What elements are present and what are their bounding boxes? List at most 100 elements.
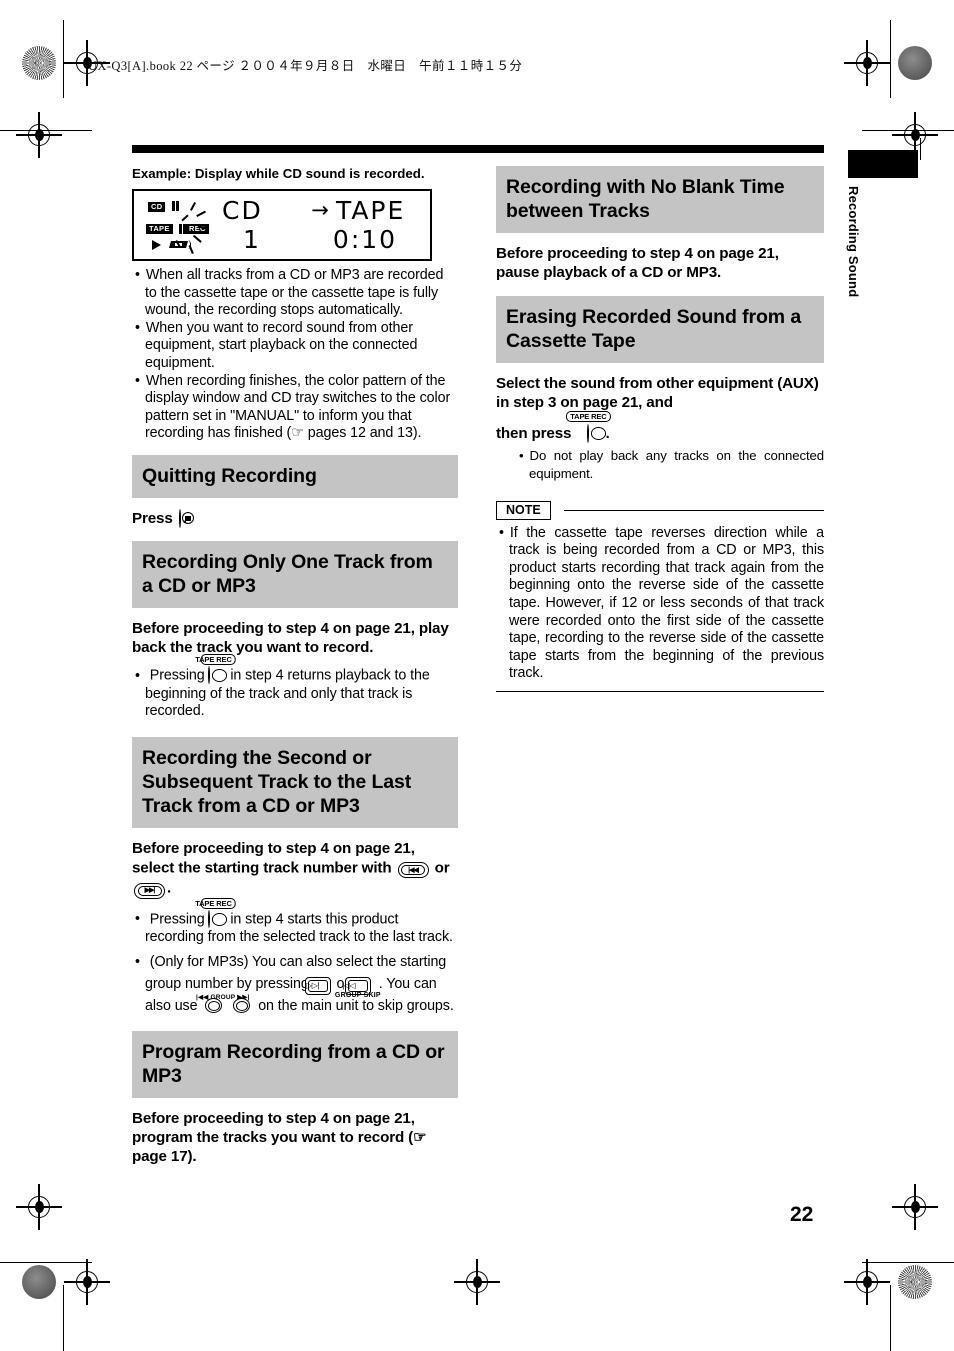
lcd-line-2: 1 0:10: [222, 225, 418, 254]
lcd-track-number: 1: [243, 225, 261, 254]
trim-line-bottom-right: [862, 1262, 954, 1264]
recording-second-track-lead-text: Before proceeding to step 4 on page 21, …: [132, 839, 415, 877]
tape-rec-label: TAPE REC: [566, 411, 611, 423]
group-skip-forward-button-icon: ▷▷|: [304, 973, 331, 995]
registration-mark-corner-bottom-right: [892, 1184, 938, 1230]
period-after-tape-rec: .: [605, 425, 610, 442]
main-unit-group-skip-icons: |◀◀ GROUP ▶▶|: [196, 994, 251, 1014]
registration-mark-bottom-center: [454, 1259, 500, 1305]
list-item: When recording finishes, the color patte…: [132, 373, 458, 443]
trim-line-right: [890, 20, 892, 98]
recording-one-track-bullets: Pressing TAPE REC in step 4 returns play…: [132, 654, 458, 720]
lcd-elapsed-time: 0:10: [332, 225, 398, 254]
tape-bar-icon-1: [179, 224, 182, 234]
period-after-skip: .: [167, 879, 172, 897]
flash-ray-icon-4: [192, 234, 202, 244]
lcd-line-1: CD → TAPE: [222, 196, 418, 225]
skip-back-glyph: |◀◀: [401, 865, 426, 876]
heading-erasing-recorded-sound: Erasing Recorded Sound from a Cassette T…: [496, 296, 824, 363]
list-item: When you want to record sound from other…: [132, 320, 458, 373]
program-recording-text: Before proceeding to step 4 on page 21, …: [132, 1109, 415, 1146]
heading-program-recording: Program Recording from a CD or MP3: [132, 1030, 458, 1098]
press-label: Press: [132, 509, 173, 527]
note-title: NOTE: [496, 500, 551, 520]
display-example-bullets: When all tracks from a CD or MP3 are rec…: [132, 267, 458, 443]
heading-recording-second-track: Recording the Second or Subsequent Track…: [132, 736, 458, 828]
heading-quitting-recording: Quitting Recording: [132, 454, 458, 498]
recording-one-track-lead: Before proceeding to step 4 on page 21, …: [132, 620, 449, 657]
skip-forward-button-icon: ▶▶|: [134, 878, 165, 899]
side-tab-marker: [848, 150, 918, 178]
list-item: When all tracks from a CD or MP3 are rec…: [132, 267, 458, 320]
play-triangle-icon: [152, 240, 161, 250]
trim-line-left: [63, 20, 65, 98]
group-skip-back-button-icon: |◁◁ GROUP SKIP: [335, 973, 381, 999]
list-item: If the cassette tape reverses direction …: [496, 525, 824, 683]
right-column: Recording with No Blank Time between Tra…: [496, 166, 824, 693]
trim-line-bottom-right-vert: [890, 1285, 892, 1351]
lcd-destination: TAPE: [336, 196, 406, 225]
list-item: Pressing TAPE REC in step 4 returns play…: [132, 654, 458, 720]
side-tab-rule: [920, 138, 922, 160]
lcd-source: CD: [222, 196, 263, 225]
lcd-indicator-cluster: CD TAPE REC: [146, 200, 224, 256]
recording-second-track-lead: Before proceeding to step 4 on page 21, …: [132, 839, 458, 899]
skip-forward-glyph: ▶▶|: [137, 885, 162, 896]
or-label-1: or: [434, 859, 450, 877]
pressing-label: Pressing: [149, 911, 205, 928]
flash-ray-icon-2: [196, 210, 207, 218]
program-recording-lead: Before proceeding to step 4 on page 21, …: [132, 1109, 458, 1166]
group-skip-back-circle-icon: [205, 998, 223, 1014]
heading-recording-no-blank-time: Recording with No Blank Time between Tra…: [496, 166, 824, 233]
flash-ray-icon-7: [188, 244, 194, 255]
cd-bar-icon-1: [172, 201, 175, 211]
erasing-lead-line2: then press TAPE REC .: [496, 411, 824, 444]
note-bullets: If the cassette tape reverses direction …: [496, 525, 824, 683]
side-tab-label: Recording Sound: [846, 186, 861, 298]
registration-mark-corner-top-left: [16, 112, 62, 158]
stop-button-icon: [178, 509, 181, 529]
registration-mark-bottom-left: [64, 1259, 110, 1305]
lcd-text-area: CD → TAPE 1 0:10: [222, 196, 418, 254]
registration-mark-corner-top-right: [892, 112, 938, 158]
heading-recording-only-one-track: Recording Only One Track from a CD or MP…: [132, 541, 458, 609]
registration-burst-top-left: [22, 46, 56, 80]
quitting-recording-instruction: Press .: [132, 509, 458, 529]
note-box: NOTE If the cassette tape reverses direc…: [496, 500, 824, 693]
flash-ray-icon-1: [190, 201, 197, 212]
erasing-bullets: Do not play back any tracks on the conne…: [516, 447, 824, 482]
registration-burst-bottom-right: [898, 1265, 932, 1299]
skip-back-button-icon: |◀◀: [397, 858, 429, 879]
registration-dot-top-right: [898, 46, 932, 80]
recording-second-track-bullets: Pressing TAPE REC in step 4 starts this …: [132, 897, 458, 1017]
cd-bar-icon-2: [176, 201, 179, 211]
cd-indicator-icon: CD: [148, 202, 166, 212]
trim-line-top-left: [0, 130, 92, 132]
registration-dot-bottom-left: [22, 1265, 56, 1299]
tape-rec-label: TAPE REC: [195, 897, 236, 909]
list-item: (Only for MP3s) You can also select the …: [132, 951, 458, 1017]
tape-rec-button-icon: TAPE REC: [566, 411, 611, 444]
recording-no-blank-time-lead: Before proceeding to step 4 on page 21, …: [496, 245, 779, 281]
then-press-label: then press: [496, 425, 572, 442]
lcd-display-panel: CD TAPE REC CD → TAPE 1 0:10: [132, 189, 432, 261]
tape-indicator-icon: TAPE: [146, 224, 173, 234]
note-top-rule: [564, 509, 824, 512]
note-bottom-rule: [496, 691, 824, 693]
group-skip-forward-circle-icon: [233, 998, 251, 1014]
trim-line-top-right: [862, 130, 954, 132]
pressing-label: Pressing: [149, 668, 205, 684]
trim-line-bottom-left: [0, 1262, 92, 1264]
header-rule: [132, 145, 824, 153]
registration-mark-bottom-right: [844, 1259, 890, 1305]
list-item: Pressing TAPE REC in step 4 starts this …: [132, 897, 458, 947]
erasing-lead-line1: Select the sound from other equipment (A…: [496, 375, 819, 411]
lcd-arrow-icon: →: [311, 198, 331, 222]
group-forward-glyph: ▷▷|: [306, 979, 328, 992]
tape-rec-label: TAPE REC: [195, 654, 236, 666]
group-skip-label: GROUP SKIP: [334, 991, 381, 999]
print-header-text: UX-Q3[A].book 22 ページ ２００４年９月８日 水曜日 午前１１時…: [88, 59, 523, 73]
flash-ray-icon-5: [181, 214, 189, 222]
trim-line-bottom-left-vert: [63, 1285, 65, 1351]
registration-mark-top-right: [844, 40, 890, 86]
